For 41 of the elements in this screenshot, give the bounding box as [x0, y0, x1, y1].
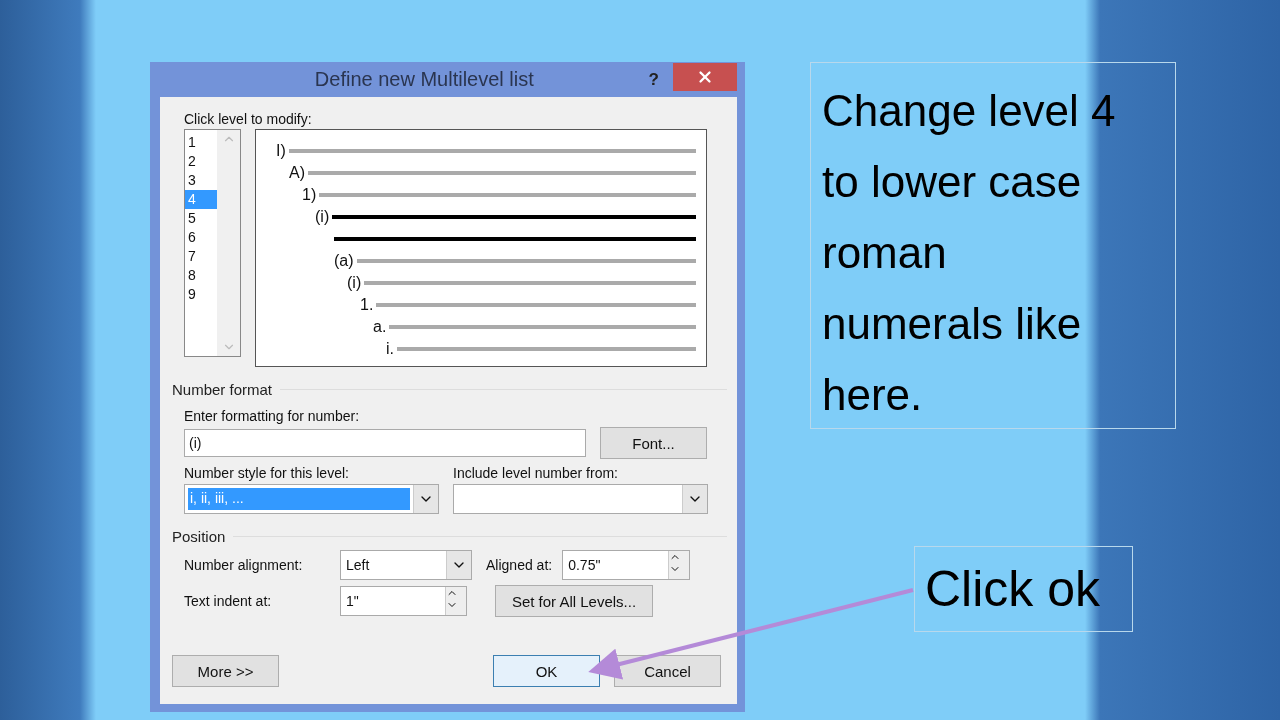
- preview-number: I): [276, 142, 286, 160]
- preview-number: A): [289, 164, 305, 182]
- alignment-label: Number alignment:: [184, 557, 304, 573]
- aligned-at-label: Aligned at:: [486, 557, 553, 573]
- preview-number: (i): [347, 274, 362, 292]
- format-input[interactable]: (i): [184, 429, 586, 457]
- callout-text: Change level 4 to lower case roman numerals like here.: [810, 62, 1176, 429]
- cancel-button[interactable]: Cancel: [614, 655, 721, 687]
- section-heading: Number format: [172, 381, 273, 398]
- level-list[interactable]: 1 2 3 4 5 6 7 8 9: [184, 129, 241, 357]
- callout-text: Click ok: [914, 546, 1133, 632]
- more-button[interactable]: More >>: [172, 655, 279, 687]
- section-heading: Position: [172, 528, 226, 545]
- level-item[interactable]: 2: [185, 152, 217, 171]
- style-label: Number style for this level:: [184, 465, 350, 481]
- level-item[interactable]: 9: [185, 285, 217, 304]
- aligned-at-spinner[interactable]: 0.75": [562, 550, 691, 580]
- level-label: Click level to modify:: [184, 111, 313, 127]
- preview-number: a.: [373, 318, 387, 336]
- window-title: Define new Multilevel list: [313, 68, 535, 91]
- close-button[interactable]: [673, 62, 737, 91]
- set-all-levels-button[interactable]: Set for All Levels...: [495, 585, 653, 617]
- help-button[interactable]: ?: [648, 69, 659, 90]
- include-label: Include level number from:: [453, 465, 619, 481]
- level-item[interactable]: 7: [185, 247, 217, 266]
- font-button[interactable]: Font...: [600, 427, 707, 459]
- preview-number: 1): [302, 186, 317, 204]
- alignment-dropdown[interactable]: Left: [340, 550, 472, 580]
- level-item[interactable]: 8: [185, 266, 217, 285]
- preview-number: (a): [334, 252, 354, 270]
- level-item[interactable]: 6: [185, 228, 217, 247]
- ok-button[interactable]: OK: [493, 655, 600, 687]
- indent-label: Text indent at:: [184, 593, 273, 609]
- format-label: Enter formatting for number:: [184, 408, 361, 424]
- level-item[interactable]: 5: [185, 209, 217, 228]
- indent-spinner[interactable]: 1": [340, 586, 467, 616]
- preview-number: (i): [315, 208, 330, 226]
- preview-number: 1.: [360, 296, 374, 314]
- level-item[interactable]: 3: [185, 171, 217, 190]
- level-item[interactable]: 1: [185, 133, 217, 152]
- preview-number: i.: [386, 340, 394, 358]
